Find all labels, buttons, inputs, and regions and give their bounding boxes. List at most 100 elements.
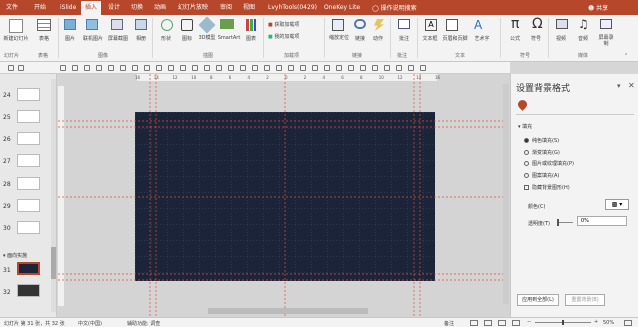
horizontal-scrollbar[interactable] <box>208 308 368 314</box>
tab-onekey[interactable]: OneKey Lite <box>324 3 360 12</box>
fit-to-window-icon[interactable] <box>624 320 632 326</box>
accessibility-status[interactable]: 辅助功能: 调查 <box>127 320 160 327</box>
tool-icon[interactable] <box>420 65 426 71</box>
tool-icon[interactable] <box>384 65 390 71</box>
my-addins-button[interactable]: ■ 我的加载项 <box>268 33 299 40</box>
tab-view[interactable]: 视图 <box>243 3 255 12</box>
tool-icon[interactable] <box>276 65 282 71</box>
screen-recording-button[interactable]: 屏幕录制 <box>597 35 615 47</box>
notes-button[interactable]: 备注 <box>444 320 454 327</box>
shapes-button[interactable]: 形状 <box>157 35 175 42</box>
tab-transitions[interactable]: 切换 <box>131 3 143 12</box>
pattern-fill-option[interactable]: 图案填充(A) <box>524 172 559 179</box>
section-header[interactable]: ▾ 面向实施 <box>3 252 27 259</box>
slideshow-icon[interactable] <box>512 320 520 326</box>
vertical-scrollbar[interactable] <box>503 84 509 304</box>
slide-thumbnail[interactable] <box>17 154 40 167</box>
slide-thumbnail[interactable] <box>17 110 40 123</box>
smartart-button[interactable]: SmartArt <box>216 35 242 41</box>
zoom-in-icon[interactable]: + <box>594 319 598 325</box>
color-picker-button[interactable]: ▩ ▾ <box>605 199 629 210</box>
tool-icon[interactable] <box>132 65 138 71</box>
3d-models-button[interactable]: 3D模型 <box>197 35 217 41</box>
pictures-button[interactable]: 图片 <box>60 35 80 42</box>
share-button[interactable]: ☻ 共享 <box>588 3 608 12</box>
equation-button[interactable]: 公式 <box>507 35 523 42</box>
tool-icon[interactable] <box>252 65 258 71</box>
tool-icon[interactable] <box>192 65 198 71</box>
reset-background-button[interactable]: 重置背景(B) <box>565 294 605 306</box>
tab-review[interactable]: 审阅 <box>220 3 232 12</box>
tool-icon[interactable] <box>300 65 306 71</box>
tool-icon[interactable] <box>264 65 270 71</box>
chart-button[interactable]: 图表 <box>243 35 259 42</box>
zoom-out-icon[interactable]: − <box>527 319 531 325</box>
screenshot-button[interactable]: 屏幕截图 <box>105 35 131 42</box>
tool-icon[interactable] <box>288 65 294 71</box>
tool-icon[interactable] <box>312 65 318 71</box>
fill-section-header[interactable]: ▾ 填充 <box>518 123 532 130</box>
slide-thumbnail[interactable] <box>17 284 40 297</box>
tool-icon[interactable] <box>216 65 222 71</box>
tab-islide[interactable]: iSlide <box>60 3 76 12</box>
slide-thumbnail[interactable] <box>17 221 40 234</box>
tool-icon[interactable] <box>72 65 78 71</box>
link-button[interactable]: 链接 <box>352 35 368 42</box>
tool-icon[interactable] <box>240 65 246 71</box>
gradient-fill-option[interactable]: 渐变填充(G) <box>524 149 560 156</box>
tool-icon[interactable] <box>120 65 126 71</box>
audio-button[interactable]: 音频 <box>574 35 592 42</box>
tool-icon[interactable] <box>8 65 14 71</box>
icons-button[interactable]: 图标 <box>178 35 196 42</box>
normal-view-icon[interactable] <box>470 320 478 326</box>
tool-icon[interactable] <box>84 65 90 71</box>
zoom-level[interactable]: 50% <box>603 320 614 326</box>
tool-icon[interactable] <box>168 65 174 71</box>
tab-animations[interactable]: 动画 <box>154 3 166 12</box>
tool-icon[interactable] <box>228 65 234 71</box>
slide-editing-canvas[interactable]: 16 14 12 10 8 6 4 2 0 2 4 6 8 10 12 14 16 <box>58 74 510 317</box>
tool-icon[interactable] <box>108 65 114 71</box>
tool-icon[interactable] <box>396 65 402 71</box>
thumbnail-scrollbar[interactable] <box>51 79 56 312</box>
video-button[interactable]: 视频 <box>552 35 570 42</box>
collapse-ribbon-icon[interactable]: ⌃ <box>624 53 628 59</box>
zoom-slider-thumb[interactable] <box>562 320 564 325</box>
tab-file[interactable]: 文件 <box>6 3 18 12</box>
textbox-button[interactable]: 文本框 <box>420 35 440 42</box>
zoom-slider[interactable] <box>535 320 591 325</box>
slide-thumbnail[interactable] <box>17 177 40 190</box>
transparency-input[interactable]: 0% <box>577 216 627 226</box>
tool-icon[interactable] <box>144 65 150 71</box>
tool-icon[interactable] <box>336 65 342 71</box>
tab-design[interactable]: 设计 <box>108 3 120 12</box>
tool-icon[interactable] <box>204 65 210 71</box>
slide-thumbnail[interactable] <box>17 132 40 145</box>
symbol-button[interactable]: 符号 <box>528 35 544 42</box>
header-footer-button[interactable]: 页眉和页脚 <box>440 35 470 42</box>
close-icon[interactable]: ✕ <box>628 81 635 90</box>
photo-album-button[interactable]: 相册 <box>133 35 149 42</box>
language-indicator[interactable]: 中文(中国) <box>78 320 102 327</box>
tab-lvyhtools[interactable]: LvyhTools(0429) <box>268 3 317 12</box>
tool-icon[interactable] <box>348 65 354 71</box>
fill-bucket-icon[interactable] <box>516 98 529 111</box>
pane-menu-icon[interactable]: ▾ <box>617 82 621 90</box>
solid-fill-option[interactable]: 纯色填充(S) <box>524 137 559 144</box>
hide-background-checkbox[interactable]: 隐藏背景图形(H) <box>524 184 570 191</box>
tool-icon[interactable] <box>18 65 24 71</box>
tab-slideshow[interactable]: 幻灯片放映 <box>178 3 208 12</box>
tool-icon[interactable] <box>324 65 330 71</box>
slide-thumbnail[interactable] <box>17 199 40 212</box>
tab-home[interactable]: 开始 <box>34 3 46 12</box>
comment-button[interactable]: 批注 <box>395 35 413 42</box>
zoom-button[interactable]: 缩放定位 <box>328 35 350 41</box>
tool-icon[interactable] <box>408 65 414 71</box>
reading-view-icon[interactable] <box>498 320 506 326</box>
get-addins-button[interactable]: ■ 获取加载项 <box>268 21 299 28</box>
table-button[interactable]: 表格 <box>34 35 54 42</box>
picture-fill-option[interactable]: 图片或纹理填充(P) <box>524 160 574 167</box>
tab-insert[interactable]: 插入 <box>81 1 102 15</box>
transparency-slider[interactable] <box>557 219 573 226</box>
slide-thumbnail[interactable] <box>17 88 40 101</box>
